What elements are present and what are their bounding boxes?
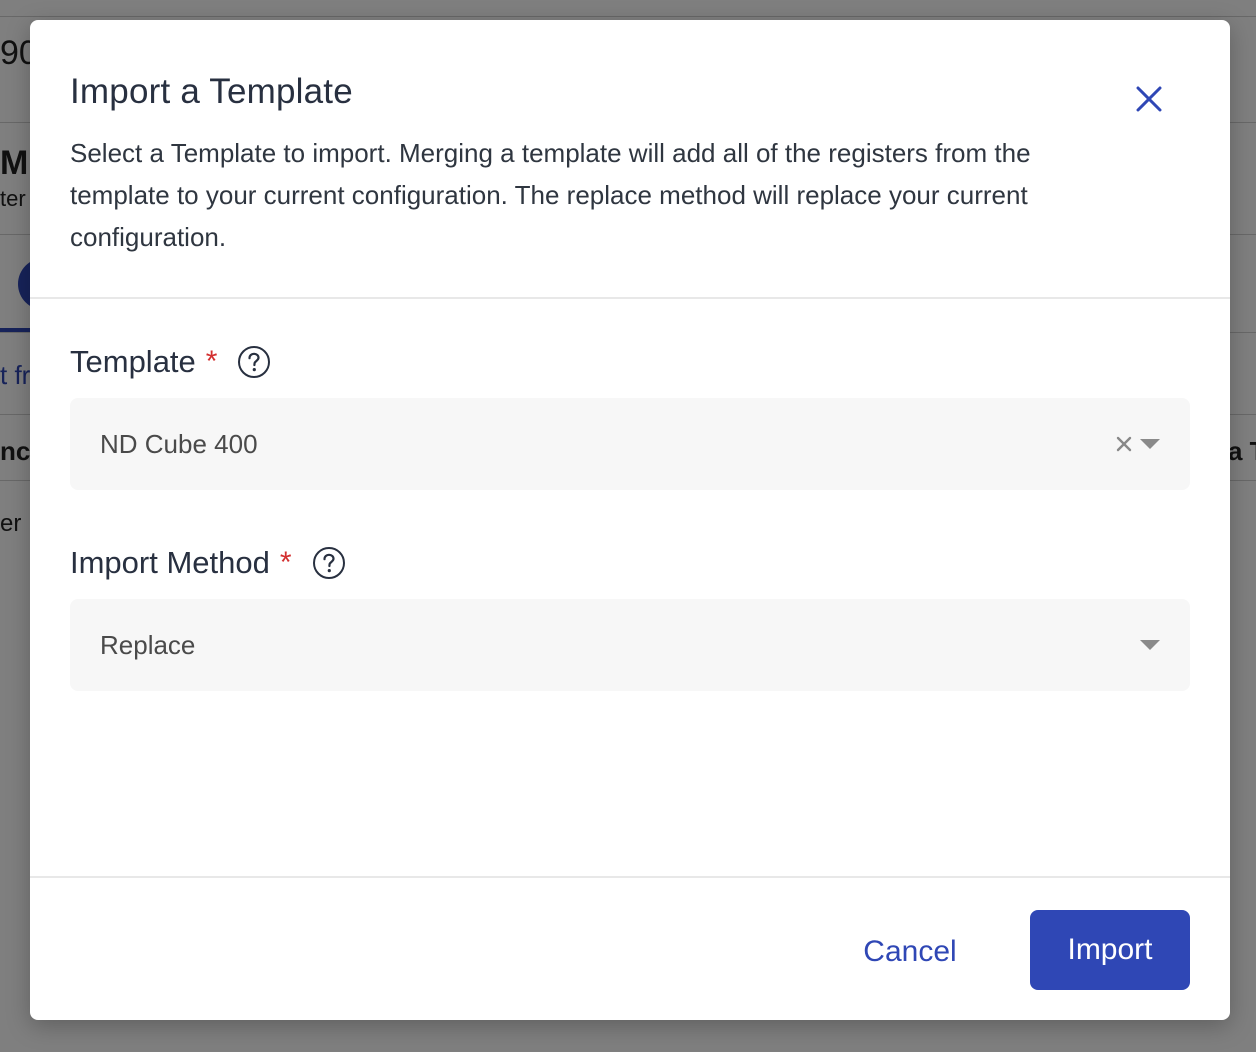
import-button[interactable]: Import	[1030, 910, 1190, 990]
required-indicator: *	[205, 345, 218, 378]
import-method-field-label-row: Import Method *	[70, 545, 346, 581]
close-button[interactable]	[1130, 82, 1168, 120]
import-method-select[interactable]: Replace	[70, 599, 1190, 691]
close-icon	[1136, 86, 1162, 117]
cancel-button[interactable]: Cancel	[840, 912, 980, 992]
question-circle-icon[interactable]	[237, 345, 271, 379]
import-method-select-value: Replace	[100, 630, 196, 660]
dialog-header: Import a Template Select a Template to i…	[30, 20, 1230, 299]
template-select-value: ND Cube 400	[100, 429, 258, 459]
import-method-field-label: Import Method	[70, 545, 270, 580]
required-indicator: *	[279, 546, 292, 579]
template-field-label: Template	[70, 344, 196, 379]
caret-down-icon[interactable]	[1138, 638, 1162, 652]
template-select[interactable]: ND Cube 400	[70, 398, 1190, 490]
caret-down-icon[interactable]	[1138, 437, 1162, 451]
question-circle-icon[interactable]	[312, 546, 346, 580]
clear-x-icon[interactable]	[1114, 434, 1134, 454]
dialog-description: Select a Template to import. Merging a t…	[70, 138, 1031, 252]
dialog-footer: Cancel Import	[30, 876, 1230, 1020]
template-field-label-row: Template *	[70, 344, 271, 380]
import-template-dialog: Import a Template Select a Template to i…	[30, 20, 1230, 1020]
dialog-title: Import a Template	[70, 72, 353, 111]
